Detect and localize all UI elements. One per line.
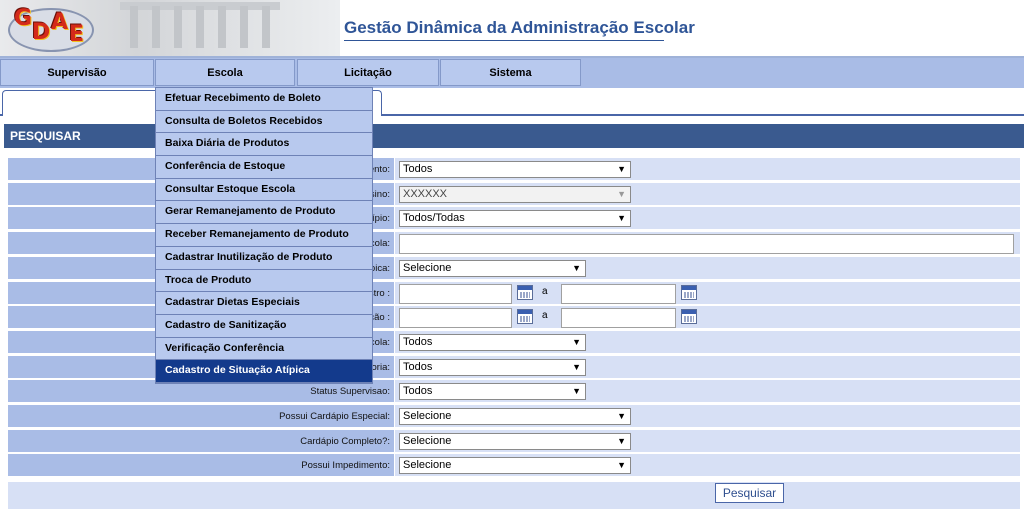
nav-item-licitacao[interactable]: Licitação [297, 59, 439, 86]
calendar-icon[interactable] [517, 309, 533, 325]
possui-impedimento-select[interactable]: Selecione ▼ [399, 457, 631, 475]
chevron-down-icon: ▼ [572, 361, 581, 372]
select-field-0[interactable]: Todos ▼ [399, 161, 631, 178]
calendar-icon[interactable] [681, 309, 697, 325]
cardapio-completo-select[interactable]: Selecione ▼ [399, 432, 631, 450]
select-field-8[interactable]: Todos ▼ [399, 358, 586, 376]
range-separator: a [542, 285, 548, 297]
calendar-icon[interactable] [517, 284, 533, 300]
text-input-escola[interactable] [399, 234, 1014, 255]
menu-item-cadastro-situacao-atipica[interactable]: Cadastro de Situação Atípica [156, 360, 372, 383]
chevron-down-icon: ▼ [572, 262, 581, 273]
chevron-down-icon: ▼ [617, 213, 626, 224]
search-button[interactable]: Pesquisar [715, 483, 784, 503]
date-from-input[interactable] [399, 308, 512, 329]
chevron-down-icon: ▼ [617, 164, 626, 174]
menu-item-cadastrar-dietas[interactable]: Cadastrar Dietas Especiais [156, 292, 372, 315]
header: G D A E Gestão Dinâmica da Administração… [0, 0, 1024, 58]
logo-letter-a: A [51, 10, 69, 35]
date-to-input[interactable] [561, 283, 676, 304]
form-row: Possui Cardápio Especial: Selecione ▼ [8, 405, 1020, 429]
select-field-2[interactable]: Todos/Todas ▼ [399, 210, 631, 228]
escola-dropdown-menu: Efetuar Recebimento de Boleto Consulta d… [155, 87, 373, 384]
range-separator: a [542, 310, 548, 322]
app-title: Gestão Dinâmica da Administração Escolar [344, 18, 695, 37]
chevron-down-icon: ▼ [617, 435, 626, 446]
menu-item-verificacao-conferencia[interactable]: Verificação Conferência [156, 337, 372, 361]
chevron-down-icon: ▼ [572, 336, 581, 347]
nav-item-escola[interactable]: Escola [155, 59, 295, 86]
title-underline [344, 40, 664, 41]
menu-item-receber-remanejamento[interactable]: Receber Remanejamento de Produto [156, 224, 372, 247]
status-supervisao-select[interactable]: Todos ▼ [399, 383, 586, 401]
menu-item-cadastro-sanitizacao[interactable]: Cadastro de Sanitização [156, 314, 372, 338]
chevron-down-icon: ▼ [617, 411, 626, 421]
logo-letter-e: E [69, 22, 85, 47]
date-from-input[interactable] [399, 283, 512, 304]
form-row: Possui Impedimento: Selecione ▼ [8, 454, 1020, 478]
chevron-down-icon: ▼ [572, 386, 581, 397]
select-field-disabled: XXXXXX ▼ [399, 185, 631, 203]
menu-item-efetuar-recebimento-boleto[interactable]: Efetuar Recebimento de Boleto [156, 88, 372, 111]
menu-item-consulta-boletos[interactable]: Consulta de Boletos Recebidos [156, 110, 372, 134]
menu-item-consultar-estoque[interactable]: Consultar Estoque Escola [156, 178, 372, 202]
date-to-input[interactable] [561, 308, 676, 329]
menu-item-baixa-diaria[interactable]: Baixa Diária de Produtos [156, 133, 372, 157]
button-row [8, 482, 1020, 509]
menu-item-gerar-remanejamento[interactable]: Gerar Remanejamento de Produto [156, 201, 372, 225]
menu-item-troca-produto[interactable]: Troca de Produto [156, 269, 372, 293]
nav-item-sistema[interactable]: Sistema [440, 59, 581, 86]
nav-item-supervisao[interactable]: Supervisão [0, 59, 154, 86]
field-label: Possui Impedimento: [8, 454, 394, 478]
chevron-down-icon: ▼ [617, 188, 626, 199]
menu-item-cadastrar-inutilizacao[interactable]: Cadastrar Inutilização de Produto [156, 246, 372, 270]
select-field-4[interactable]: Selecione ▼ [399, 259, 586, 277]
gdae-logo[interactable]: G D A E [6, 4, 94, 52]
calendar-icon[interactable] [681, 284, 697, 300]
logo-letter-d: D [32, 20, 51, 45]
cardapio-especial-select[interactable]: Selecione ▼ [399, 408, 631, 425]
field-label: Cardápio Completo?: [8, 429, 394, 453]
menu-item-conferencia-estoque[interactable]: Conferência de Estoque [156, 156, 372, 179]
top-navigation: Supervisão Escola Licitação Sistema [0, 58, 1024, 88]
select-field-7[interactable]: Todos ▼ [399, 333, 586, 351]
field-label: Possui Cardápio Especial: [8, 405, 394, 428]
logo-letter-g: G [14, 6, 33, 31]
chevron-down-icon: ▼ [617, 460, 626, 471]
form-row: Cardápio Completo?: Selecione ▼ [8, 429, 1020, 454]
